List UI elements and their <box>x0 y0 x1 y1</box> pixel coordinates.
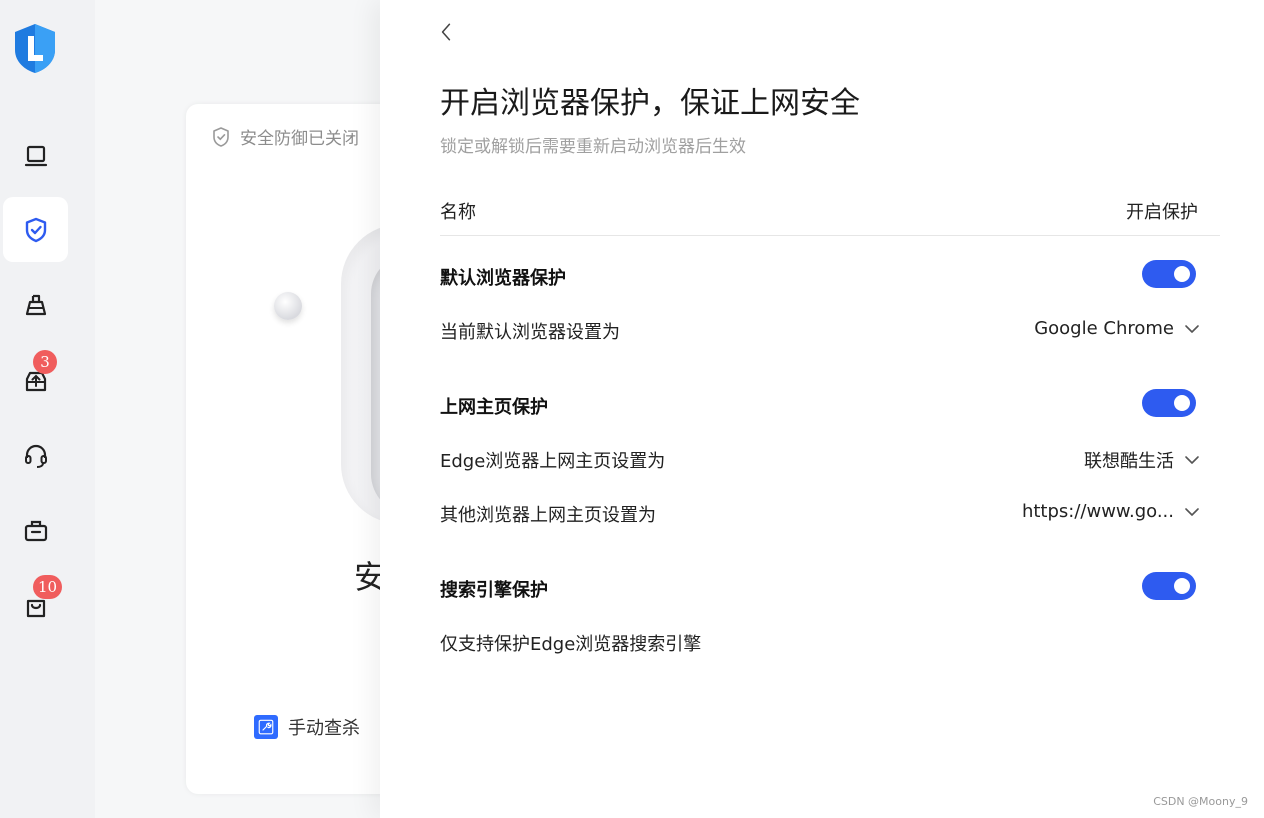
other-homepage-label: 其他浏览器上网主页设置为 <box>440 505 656 526</box>
other-homepage-select[interactable]: https://www.go... <box>1022 501 1200 522</box>
manual-scan-label: 手动查杀 <box>288 718 360 739</box>
toolbox-icon <box>24 520 47 541</box>
sidebar-item-backup[interactable]: 3 <box>3 348 68 413</box>
sidebar-item-toolbox[interactable] <box>3 498 68 563</box>
app-logo[interactable] <box>11 22 59 74</box>
sidebar-item-support[interactable] <box>3 423 68 488</box>
security-status: 安全防御已关闭 <box>210 124 359 149</box>
header-divider <box>440 235 1220 236</box>
section-title-search: 搜索引擎保护 <box>440 580 548 601</box>
column-header-name: 名称 <box>440 202 476 223</box>
page-subtitle: 锁定或解锁后需要重新启动浏览器后生效 <box>440 137 746 157</box>
sidebar-item-device[interactable] <box>3 123 68 188</box>
toggle-search[interactable] <box>1142 572 1196 600</box>
sidebar-item-security[interactable] <box>3 197 68 262</box>
laptop-icon <box>24 145 47 166</box>
chevron-down-icon <box>1185 507 1199 516</box>
back-button[interactable] <box>432 18 460 46</box>
sidebar-item-store[interactable]: 10 <box>3 573 68 638</box>
other-homepage-value: https://www.go... <box>1021 501 1174 522</box>
column-header-protect: 开启保护 <box>1126 202 1198 223</box>
page-title: 开启浏览器保护，保证上网安全 <box>440 86 860 121</box>
default-browser-label: 当前默认浏览器设置为 <box>440 322 620 343</box>
edge-homepage-label: Edge浏览器上网主页设置为 <box>440 451 666 472</box>
logo-shield-icon <box>15 24 55 73</box>
sidebar-item-cleanup[interactable] <box>3 273 68 338</box>
browser-protection-drawer: 开启浏览器保护，保证上网安全 锁定或解锁后需要重新启动浏览器后生效 名称 开启保… <box>380 0 1264 818</box>
section-title-homepage: 上网主页保护 <box>440 397 548 418</box>
default-browser-select[interactable]: Google Chrome <box>1034 318 1200 339</box>
wrench-icon <box>254 715 278 739</box>
manual-scan-button[interactable]: 手动查杀 <box>254 714 360 740</box>
sidebar: 3 10 <box>0 0 95 818</box>
store-badge: 10 <box>33 575 63 599</box>
broom-icon <box>25 294 46 315</box>
edge-homepage-select[interactable]: 联想酷生活 <box>1084 447 1200 473</box>
edge-homepage-value: 联想酷生活 <box>1084 451 1174 472</box>
backup-badge: 3 <box>33 350 57 374</box>
security-status-text: 安全防御已关闭 <box>240 129 359 149</box>
default-browser-value: Google Chrome <box>1034 318 1174 339</box>
toggle-homepage[interactable] <box>1142 389 1196 417</box>
shield-check-icon <box>25 217 46 242</box>
shield-check-outline-icon <box>213 126 229 147</box>
watermark: CSDN @Moony_9 <box>1153 795 1248 808</box>
toggle-default-browser[interactable] <box>1142 260 1196 288</box>
chevron-left-icon <box>441 23 451 41</box>
search-note: 仅支持保护Edge浏览器搜索引擎 <box>440 634 702 655</box>
headset-icon <box>24 444 47 468</box>
chevron-down-icon <box>1185 324 1199 333</box>
chevron-down-icon <box>1185 456 1199 464</box>
decorative-orb <box>274 292 302 320</box>
section-title-default-browser: 默认浏览器保护 <box>440 268 566 289</box>
